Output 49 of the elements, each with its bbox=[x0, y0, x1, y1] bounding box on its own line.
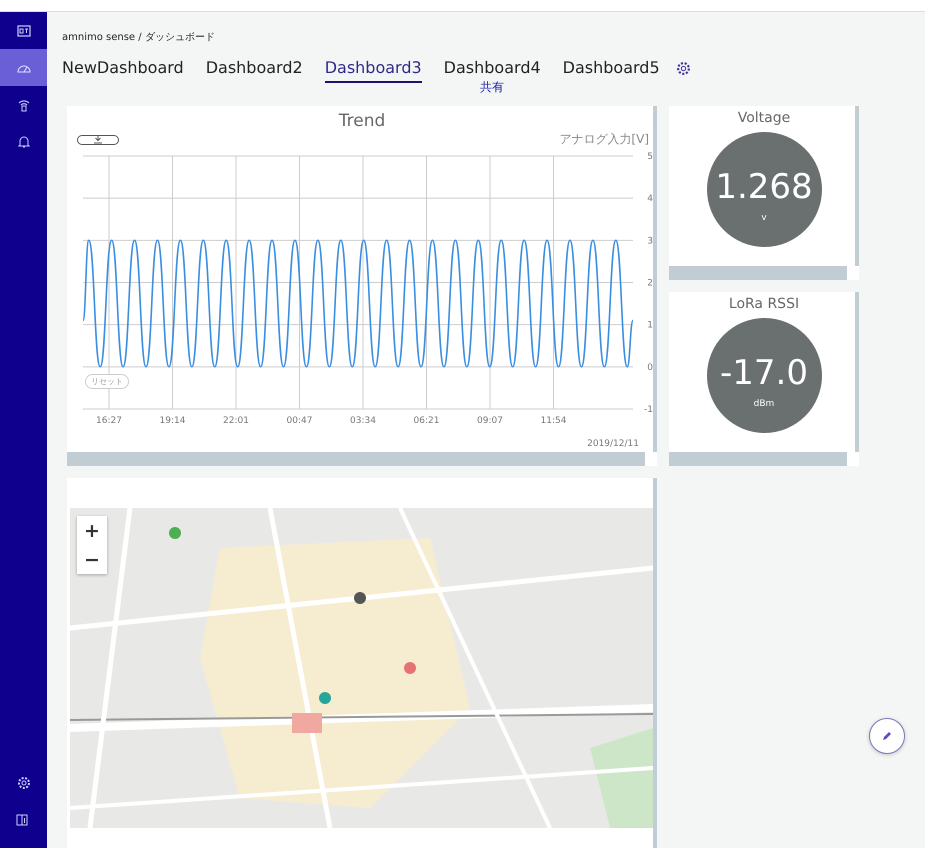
tick-label: 16:27 bbox=[96, 416, 122, 423]
tick-label: 06:21 bbox=[414, 416, 440, 423]
scrollbar[interactable] bbox=[653, 106, 657, 452]
edit-button[interactable] bbox=[869, 718, 905, 754]
tick-label: 22:01 bbox=[223, 416, 249, 423]
gauge-title: LoRa RSSI bbox=[728, 296, 800, 312]
zoom-in-button[interactable]: + bbox=[77, 516, 107, 545]
settings-icon bbox=[16, 776, 30, 790]
dashboard-tab[interactable]: NewDashboard bbox=[62, 58, 184, 83]
tick-label: 5 bbox=[647, 152, 653, 162]
dashboard-tab[interactable]: Dashboard3 bbox=[324, 58, 422, 83]
dashboard-tab[interactable]: Dashboard2 bbox=[206, 58, 303, 83]
download-icon bbox=[93, 135, 103, 144]
date-label: 2019/12/11 bbox=[587, 439, 639, 449]
tick-label: 3 bbox=[647, 236, 653, 246]
download-button[interactable] bbox=[77, 134, 119, 144]
gauge-value: 1.268 bbox=[715, 166, 813, 206]
tick-label: 09:07 bbox=[477, 416, 503, 423]
tick-label: -1 bbox=[644, 405, 653, 415]
scrollbar[interactable] bbox=[67, 452, 645, 466]
tick-label: 03:34 bbox=[350, 416, 376, 423]
logo-icon bbox=[16, 24, 30, 36]
tick-label: 19:14 bbox=[160, 416, 186, 423]
shared-label: 共有 bbox=[480, 79, 504, 96]
tick-label: 0 bbox=[647, 362, 653, 373]
tick-label: 11:54 bbox=[540, 416, 566, 423]
unit-label: dBm bbox=[754, 398, 774, 408]
breadcrumb: amnimo sense / ダッシュボード bbox=[62, 31, 216, 44]
bell-icon bbox=[18, 135, 30, 148]
dashboard-tab[interactable]: Dashboard5 bbox=[562, 58, 660, 83]
scrollbar[interactable] bbox=[855, 292, 859, 452]
unit-label: v bbox=[761, 212, 767, 222]
tick-label: 1 bbox=[647, 320, 653, 331]
pencil-icon bbox=[881, 730, 893, 742]
scrollbar[interactable] bbox=[669, 266, 847, 280]
zoom-out-button[interactable]: − bbox=[77, 545, 107, 574]
scrollbar[interactable] bbox=[669, 452, 847, 466]
gauge-value: -17.0 bbox=[720, 352, 808, 392]
axis-label: アナログ入力[V] bbox=[559, 131, 649, 148]
scrollbar[interactable] bbox=[855, 106, 859, 266]
tick-label: 00:47 bbox=[286, 416, 312, 423]
tick-label: 2 bbox=[647, 278, 653, 288]
wifi-icon bbox=[16, 98, 30, 112]
settings-icon[interactable] bbox=[676, 61, 691, 76]
gauge-icon bbox=[16, 62, 30, 72]
scrollbar[interactable] bbox=[653, 478, 657, 848]
chart-title: Trend bbox=[338, 110, 386, 131]
gauge-title: Voltage bbox=[738, 110, 790, 126]
tick-label: 4 bbox=[647, 194, 653, 204]
